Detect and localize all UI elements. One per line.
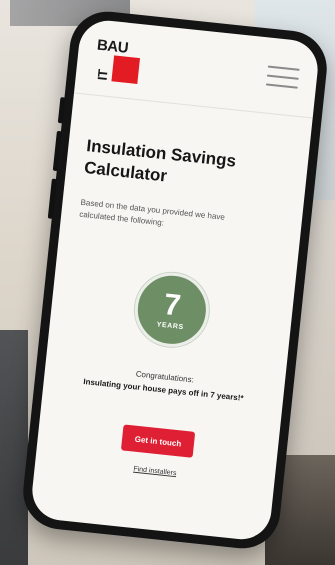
side-button [47,178,57,219]
intro-text: Based on the data you provided we have c… [78,197,226,228]
volume-down-button [52,130,62,172]
page-title: Insulation Savings Calculator [83,136,237,186]
hamburger-menu-icon[interactable] [265,65,300,89]
logo-text-bottom: IT [94,68,111,81]
site-header: BAU IT [73,17,321,119]
get-in-touch-button[interactable]: Get in touch [120,424,196,458]
phone-device: BAU IT Insulation Savings Calculator Bas… [19,7,331,553]
background-shadow [0,330,28,565]
logo-red-square [111,54,141,84]
brand-logo[interactable]: BAU IT [94,35,142,84]
menu-line [265,82,298,89]
logo-text-top: BAU [96,36,129,57]
menu-line [266,73,299,80]
phone-screen: BAU IT Insulation Savings Calculator Bas… [29,17,321,543]
volume-up-button [57,97,66,124]
payback-value: 7 [162,287,183,323]
payback-badge: 7 YEARS [131,269,213,351]
menu-line [267,65,300,71]
find-installers-link[interactable]: Find installers [53,457,257,485]
payback-unit: YEARS [156,320,185,331]
